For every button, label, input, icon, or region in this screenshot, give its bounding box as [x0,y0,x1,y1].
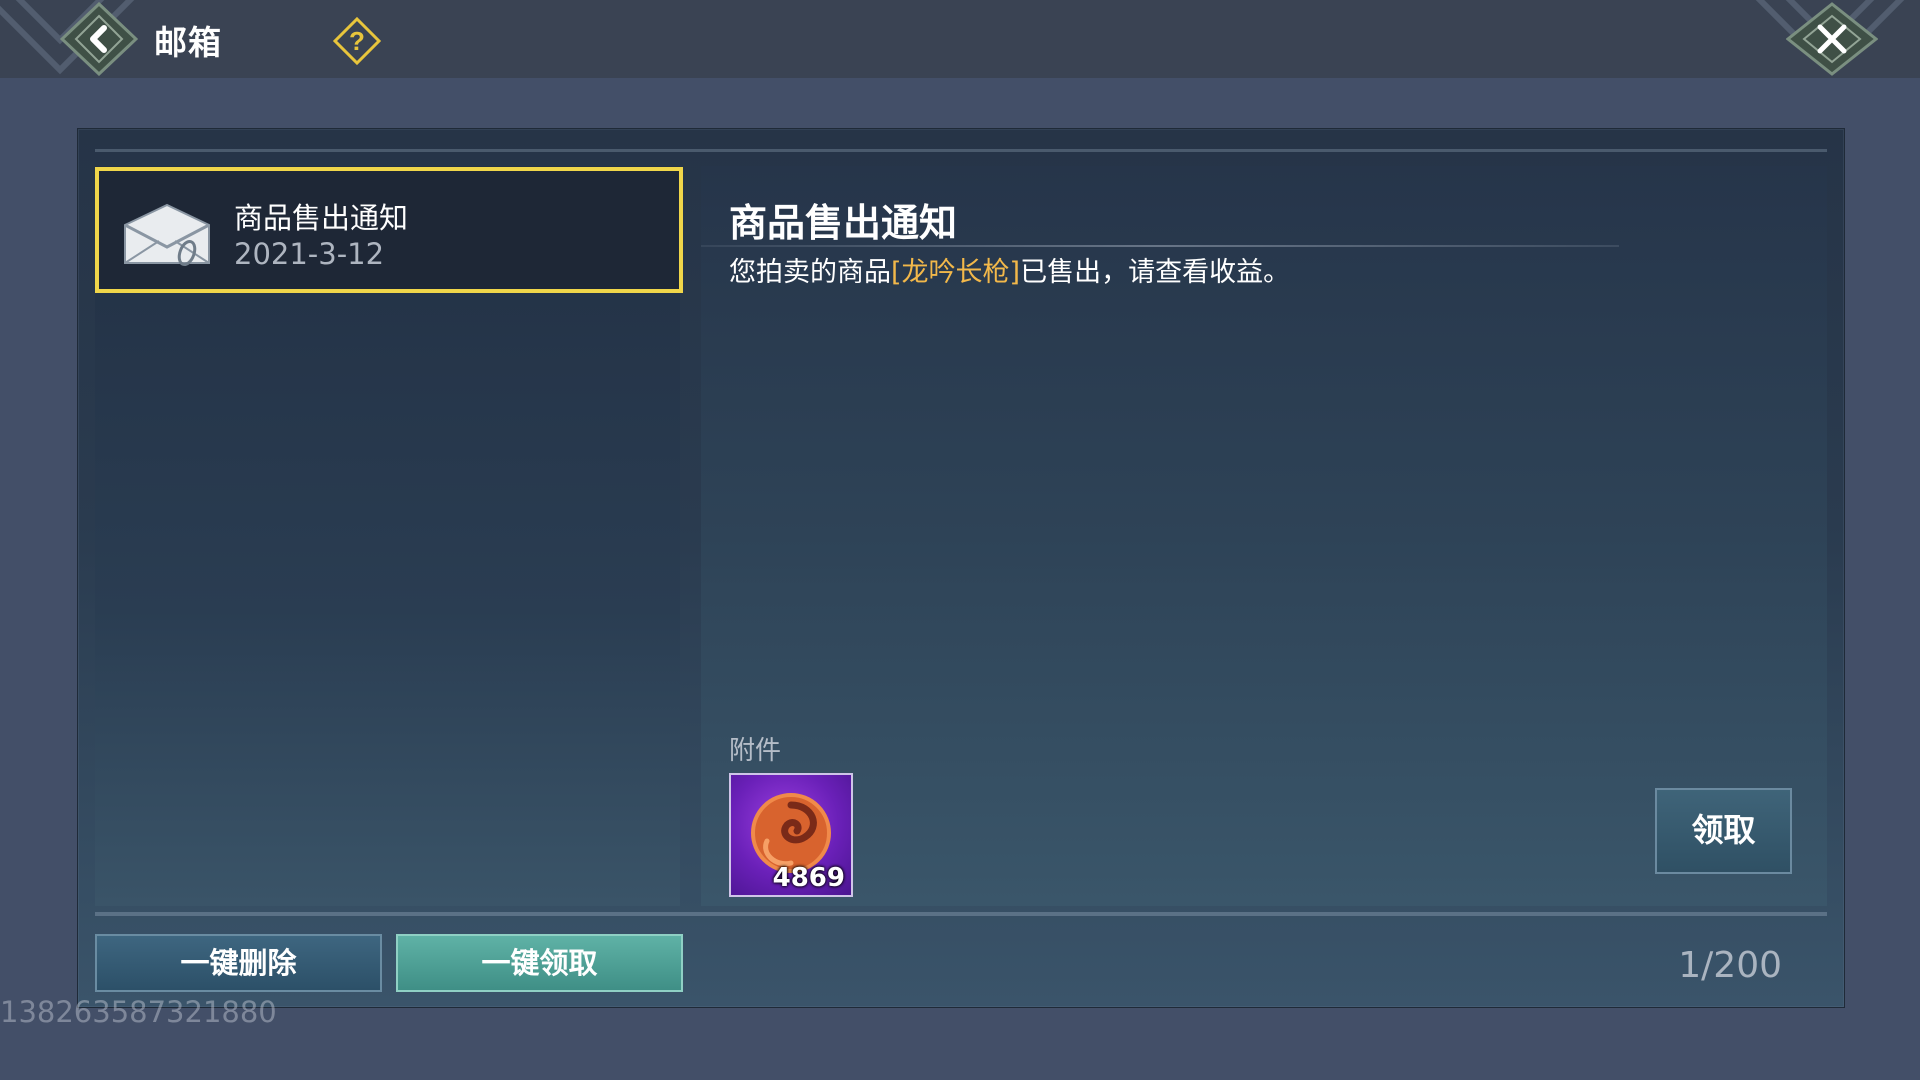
mail-detail-title: 商品售出通知 [729,201,958,245]
claim-all-button[interactable]: 一键领取 [396,934,683,992]
close-button[interactable] [1785,2,1879,76]
page-title: 邮箱 [154,23,222,62]
back-arrow-icon [59,1,139,77]
mail-detail-body: 您拍卖的商品[龙吟长枪]已售出，请查看收益。 [729,250,1290,289]
top-bar: 邮箱 ? [0,0,1920,78]
attachment-label: 附件 [729,736,782,766]
body-text-suffix: 已售出，请查看收益。 [1020,257,1291,288]
mail-counter: 1/200 [1678,945,1782,986]
question-mark-icon: ? [332,16,382,66]
envelope-icon [124,203,210,267]
body-text-prefix: 您拍卖的商品 [729,257,891,288]
mail-item-title: 商品售出通知 [234,201,409,235]
divider [95,912,1827,916]
divider [701,245,1619,247]
player-uid-watermark: 138263587321880 [0,995,277,1029]
mailbox-panel: 商品售出通知 2021-3-12 商品售出通知 您拍卖的商品[龙吟长枪]已售出，… [77,128,1845,1008]
delete-all-button[interactable]: 一键删除 [95,934,382,992]
close-x-icon [1785,2,1879,76]
help-button[interactable]: ? [332,16,382,66]
item-name-highlight: [龙吟长枪] [891,257,1021,288]
mail-detail: 商品售出通知 您拍卖的商品[龙吟长枪]已售出，请查看收益。 附件 4869 领取 [701,166,1827,906]
svg-text:?: ? [349,26,365,56]
back-button[interactable] [59,1,139,77]
attachment-count: 4869 [772,863,845,893]
claim-button[interactable]: 领取 [1655,788,1792,874]
mail-item-date: 2021-3-12 [234,237,385,271]
attachment-slot[interactable]: 4869 [729,773,853,897]
mail-list-item[interactable]: 商品售出通知 2021-3-12 [95,167,683,293]
divider [95,149,1827,152]
